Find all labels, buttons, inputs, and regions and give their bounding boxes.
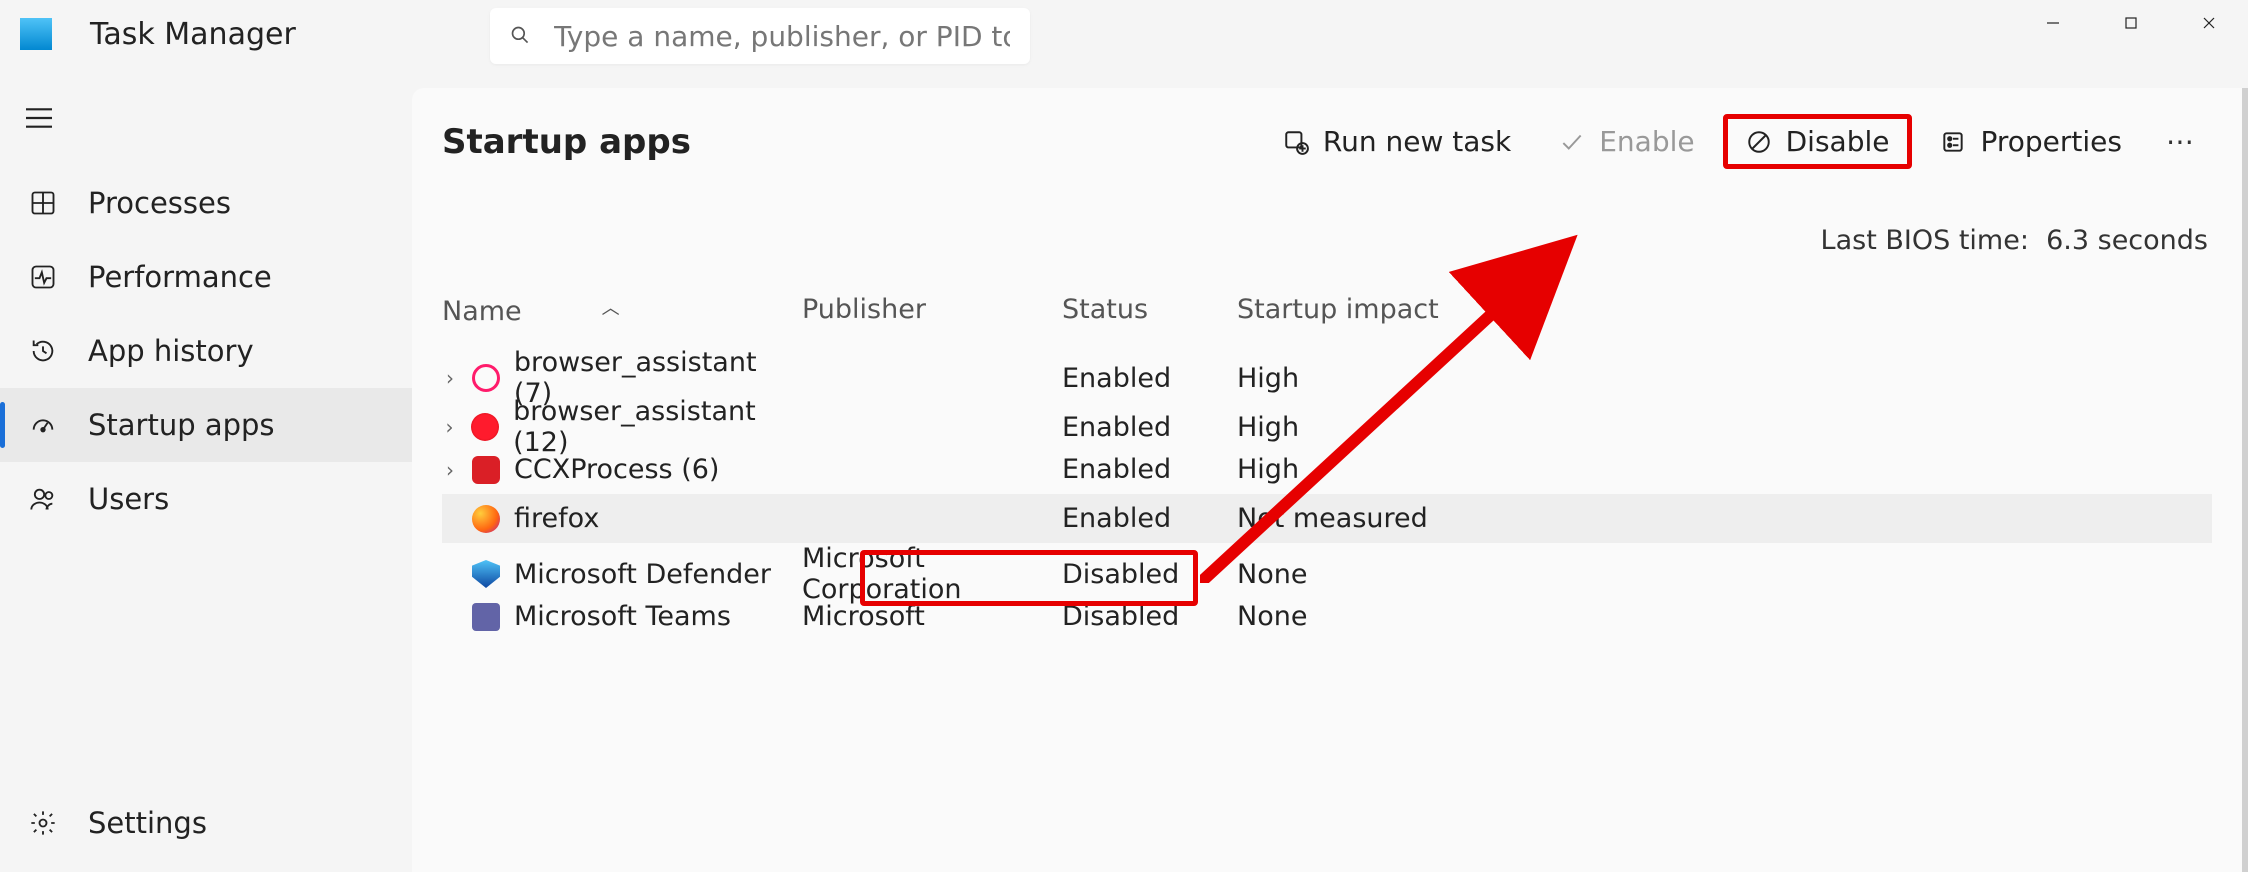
sidebar-item-label: Performance (88, 260, 272, 294)
row-status: Disabled (1062, 601, 1237, 632)
app-icon (20, 18, 52, 50)
more-options-button[interactable]: ⋯ (2150, 115, 2212, 168)
sidebar-item-settings[interactable]: Settings (0, 786, 412, 860)
sidebar-item-processes[interactable]: Processes (0, 166, 412, 240)
speedometer-icon (28, 410, 58, 440)
expand-chevron-icon[interactable]: › (442, 458, 458, 482)
sidebar-item-startup-apps[interactable]: Startup apps (0, 388, 412, 462)
run-task-icon (1283, 129, 1309, 155)
properties-button[interactable]: Properties (1920, 115, 2142, 168)
app-row-icon (472, 364, 500, 392)
expand-chevron-icon[interactable]: › (442, 415, 457, 439)
expand-chevron-icon[interactable]: › (442, 366, 458, 390)
col-name[interactable]: Name︿ (442, 294, 802, 327)
sidebar-item-label: Processes (88, 186, 231, 220)
sidebar-item-label: Settings (88, 806, 207, 840)
heartbeat-icon (28, 262, 58, 292)
row-impact: High (1237, 363, 1497, 394)
window-controls (2014, 0, 2248, 46)
table-header[interactable]: Name︿ Publisher Status Startup impact (442, 286, 2212, 347)
app-row-icon (471, 413, 499, 441)
main-panel: Startup apps Run new task Enable Disable… (412, 88, 2248, 872)
close-button[interactable] (2170, 0, 2248, 46)
table-row[interactable]: ›browser_assistant (7)EnabledHigh (442, 347, 2212, 396)
sidebar: Processes Performance App history Startu… (0, 68, 412, 872)
prohibit-icon (1746, 129, 1772, 155)
app-row-icon (472, 603, 500, 631)
button-label: Disable (1786, 125, 1890, 158)
startup-table: Name︿ Publisher Status Startup impact ›b… (442, 286, 2212, 641)
hamburger-button[interactable] (0, 88, 412, 152)
check-icon (1559, 129, 1585, 155)
enable-button[interactable]: Enable (1539, 115, 1714, 168)
row-status: Enabled (1062, 412, 1237, 443)
row-impact: None (1237, 559, 1497, 590)
grid-icon (28, 188, 58, 218)
row-name: firefox (514, 503, 599, 534)
sidebar-item-label: App history (88, 334, 254, 368)
row-impact: High (1237, 412, 1497, 443)
gear-icon (28, 808, 58, 838)
table-row[interactable]: ›firefoxEnabledNot measured (442, 494, 2212, 543)
sidebar-item-performance[interactable]: Performance (0, 240, 412, 314)
row-name: Microsoft Defender (514, 559, 771, 590)
search-input[interactable] (554, 20, 1010, 53)
button-label: Properties (1980, 125, 2122, 158)
app-title: Task Manager (90, 17, 296, 52)
row-status: Disabled (1062, 559, 1237, 590)
page-title: Startup apps (442, 122, 691, 162)
sidebar-item-users[interactable]: Users (0, 462, 412, 536)
history-icon (28, 336, 58, 366)
maximize-button[interactable] (2092, 0, 2170, 46)
search-icon (510, 25, 530, 47)
sidebar-item-label: Users (88, 482, 169, 516)
row-name: CCXProcess (6) (514, 454, 719, 485)
row-publisher: Microsoft Corporation (802, 543, 1062, 605)
col-status[interactable]: Status (1062, 294, 1237, 327)
app-row-icon (472, 560, 500, 588)
titlebar: Task Manager (0, 0, 2248, 68)
row-status: Enabled (1062, 503, 1237, 534)
row-status: Enabled (1062, 363, 1237, 394)
table-row[interactable]: ›Microsoft DefenderMicrosoft Corporation… (442, 543, 2212, 592)
users-icon (28, 484, 58, 514)
row-impact: High (1237, 454, 1497, 485)
table-row[interactable]: ›Microsoft TeamsMicrosoftDisabledNone (442, 592, 2212, 641)
row-name: Microsoft Teams (514, 601, 731, 632)
row-publisher: Microsoft (802, 601, 1062, 632)
bios-time: Last BIOS time: 6.3 seconds (442, 225, 2208, 256)
row-impact: Not measured (1237, 503, 1497, 534)
search-box[interactable] (490, 8, 1030, 64)
properties-icon (1940, 129, 1966, 155)
col-publisher[interactable]: Publisher (802, 294, 1062, 327)
run-new-task-button[interactable]: Run new task (1263, 115, 1531, 168)
sort-asc-icon: ︿ (602, 294, 620, 320)
minimize-button[interactable] (2014, 0, 2092, 46)
row-name: browser_assistant (12) (513, 396, 802, 458)
disable-button[interactable]: Disable (1723, 114, 1913, 169)
table-row[interactable]: ›browser_assistant (12)EnabledHigh (442, 396, 2212, 445)
app-row-icon (472, 456, 500, 484)
row-impact: None (1237, 601, 1497, 632)
button-label: Enable (1599, 125, 1694, 158)
app-row-icon (472, 505, 500, 533)
col-impact[interactable]: Startup impact (1237, 294, 1497, 327)
sidebar-item-label: Startup apps (88, 408, 275, 442)
row-status: Enabled (1062, 454, 1237, 485)
button-label: Run new task (1323, 125, 1511, 158)
sidebar-item-app-history[interactable]: App history (0, 314, 412, 388)
